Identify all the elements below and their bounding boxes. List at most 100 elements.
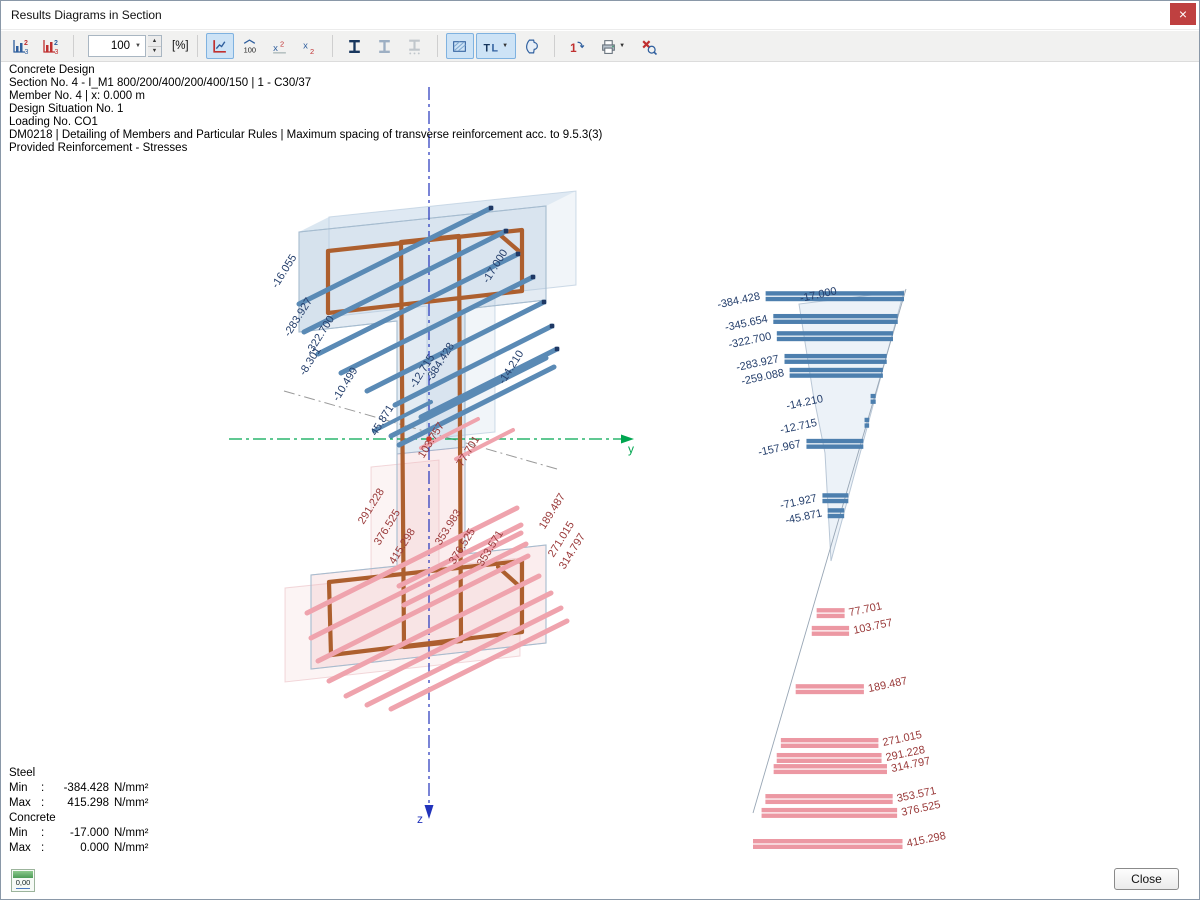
results-diagrams-window: Results Diagrams in Section × 2 3 2 3 <box>0 0 1200 900</box>
rebar-end-marker <box>550 324 554 328</box>
hatch-fill-icon <box>451 38 468 55</box>
svg-text:2: 2 <box>280 39 284 48</box>
percent-label: [%] <box>172 40 189 52</box>
info-line: Design Situation No. 1 <box>9 103 602 116</box>
steel-min-value: -384.428 <box>51 781 109 796</box>
printer-icon <box>600 38 617 55</box>
stress-bar <box>765 800 892 804</box>
delete-results-icon <box>640 38 657 55</box>
result-info-block: Concrete Design Section No. 4 - I_M1 800… <box>9 64 602 155</box>
concrete-min-value: -17.000 <box>51 826 109 841</box>
label-orientation-button[interactable]: T L ▼ <box>476 33 516 59</box>
stress-bar <box>777 753 882 757</box>
diagram-axes-icon <box>211 38 228 55</box>
stress-bar <box>871 399 876 403</box>
toolbar-separator <box>332 35 333 57</box>
chevron-down-icon: ▼ <box>135 43 141 49</box>
svg-text:2: 2 <box>54 40 58 47</box>
info-line: DM0218 | Detailing of Members and Partic… <box>9 129 602 142</box>
toolbar-separator <box>554 35 555 57</box>
stress-bar <box>871 394 876 398</box>
stress-bar <box>773 320 897 324</box>
stress-bar <box>806 444 863 448</box>
i-section-icon <box>346 38 363 55</box>
rebar-stress-label: -16.055 <box>269 252 299 290</box>
toolbar-separator <box>73 35 74 57</box>
info-line: Member No. 4 | x: 0.000 m <box>9 90 602 103</box>
legend-row: Min:-17.000N/mm² <box>9 826 149 841</box>
svg-text:L: L <box>492 42 499 54</box>
stress-bar <box>774 764 887 768</box>
stress-bar <box>773 314 897 318</box>
stress-bar <box>817 614 845 618</box>
close-button[interactable]: Close <box>1114 868 1179 890</box>
stress-value-label: -157.967 <box>757 438 802 459</box>
svg-text:1: 1 <box>570 41 577 54</box>
value-superscript-icon: x 2 <box>271 38 288 55</box>
stress-bar <box>762 814 898 818</box>
stress-bar <box>806 439 863 443</box>
stress-bar <box>828 508 845 512</box>
stress-bar <box>828 514 845 518</box>
stress-bar <box>777 331 893 335</box>
decimal-format-button[interactable]: 0,00 <box>11 869 35 892</box>
svg-text:T: T <box>484 42 491 54</box>
stress-bar <box>753 845 903 849</box>
result-values-button-2[interactable]: 2 3 <box>37 33 65 59</box>
legend-row: Max:0.000N/mm² <box>9 841 149 856</box>
show-max-values-button[interactable]: 100 <box>236 33 264 59</box>
show-diagram-button[interactable] <box>206 33 234 59</box>
section-view-button-1[interactable] <box>341 33 369 59</box>
section-view-button-2[interactable] <box>371 33 399 59</box>
show-values-subscript-button[interactable]: x 2 <box>296 33 324 59</box>
zoom-value: 100 <box>111 40 130 52</box>
stress-bar <box>781 738 879 742</box>
section-view-button-3[interactable] <box>401 33 429 59</box>
zoom-spinner: ▲ ▼ <box>148 35 162 57</box>
zoom-spinner-up[interactable]: ▲ <box>148 36 161 47</box>
stress-bar <box>774 770 887 774</box>
svg-text:3: 3 <box>55 49 59 55</box>
stress-bar <box>822 499 848 503</box>
dropdown-arrow-icon: ▼ <box>502 43 508 49</box>
print-button[interactable]: ▼ <box>593 33 633 59</box>
hatching-button[interactable] <box>446 33 474 59</box>
stress-bar <box>753 839 903 843</box>
concrete-max-value: 0.000 <box>51 841 109 856</box>
toolbar: 2 3 2 3 100 ▼ ▲ ▼ [%] <box>1 31 1199 62</box>
zoom-select[interactable]: 100 ▼ <box>88 35 146 57</box>
fill-diagram-button[interactable] <box>518 33 546 59</box>
max-value-icon: 100 <box>241 38 258 55</box>
value-subscript-icon: x 2 <box>301 38 318 55</box>
rebar-end-marker <box>489 206 493 210</box>
stress-value-label: 189.487 <box>867 675 908 695</box>
result-diagram-icon-1: 2 3 <box>12 38 30 55</box>
svg-text:100: 100 <box>244 45 256 54</box>
svg-text:3: 3 <box>25 49 29 55</box>
jug-icon <box>523 38 540 55</box>
stress-value-label: -345.654 <box>724 313 769 334</box>
zoom-spinner-down[interactable]: ▼ <box>148 47 161 57</box>
stress-value-label: -384.428 <box>716 290 761 311</box>
result-values-button-1[interactable]: 2 3 <box>7 33 35 59</box>
i-section-dots-icon <box>406 38 423 55</box>
rebar-end-marker <box>504 229 508 233</box>
z-axis-label: z <box>417 812 423 826</box>
stress-bar <box>777 337 893 341</box>
svg-text:2: 2 <box>310 46 314 54</box>
svg-text:x: x <box>303 40 308 51</box>
dropdown-arrow-icon: ▼ <box>619 43 625 49</box>
stress-bar <box>796 684 864 688</box>
window-close-button[interactable]: × <box>1170 3 1196 25</box>
stress-value-label: -45.871 <box>784 507 823 526</box>
y-axis-label: y <box>628 442 634 456</box>
extreme-values-button[interactable]: 1 <box>563 33 591 59</box>
label-orientation-icon: T L <box>483 38 500 55</box>
stress-bar <box>762 808 898 812</box>
svg-text:2: 2 <box>24 40 28 47</box>
show-values-superscript-button[interactable]: x 2 <box>266 33 294 59</box>
legend-row: Min:-384.428N/mm² <box>9 781 149 796</box>
clear-view-button[interactable] <box>635 33 663 59</box>
title-bar[interactable]: Results Diagrams in Section <box>1 1 1199 30</box>
z-axis-arrow-icon <box>425 805 434 819</box>
